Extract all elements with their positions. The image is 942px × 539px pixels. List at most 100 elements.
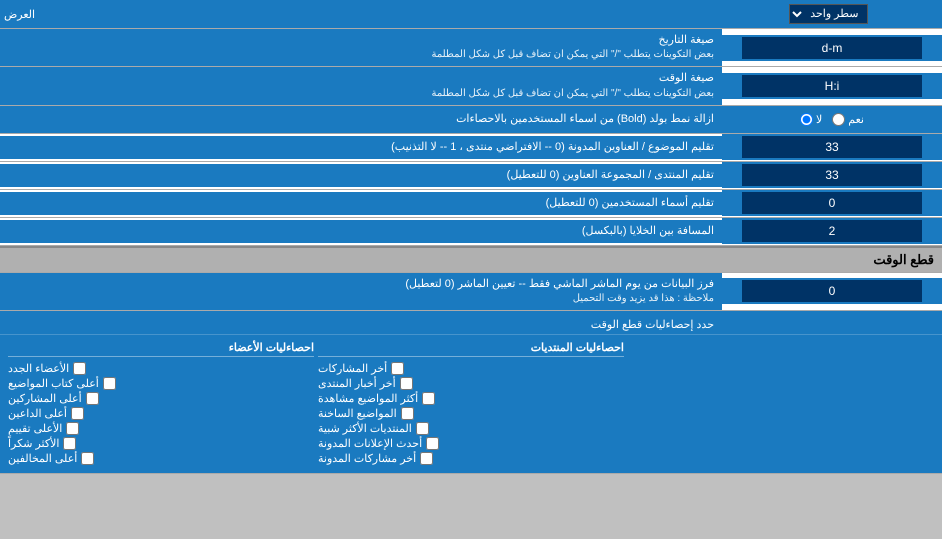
top-row: سطر واحد سطرين العرض [0,0,942,29]
stats-col2-header: احصاءليات المنتديات [318,339,624,357]
bold-no-radio[interactable] [800,113,813,126]
most-similar-checkbox[interactable] [416,422,429,435]
stat-top-rated[interactable]: الأعلى تقييم [8,422,314,435]
forum-news-label: أخر أخبار المنتدى [318,377,396,390]
top-writers-label: أعلى كتاب المواضيع [8,377,99,390]
time-format-input[interactable] [742,75,922,97]
time-data-input[interactable] [742,280,922,302]
stats-section: حدد إحصاءليات قطع الوقت احصاءليات الأعضا… [0,311,942,474]
time-format-label-line1: صيغة الوقت [8,71,714,86]
stat-top-violators[interactable]: أعلى المخالفين [8,452,314,465]
forum-group-input[interactable] [742,164,922,186]
cells-distance-label: المسافة بين الخلايا (بالبكسل) [0,220,722,243]
stat-new-members[interactable]: الأعضاء الجدد [8,362,314,375]
display-select[interactable]: سطر واحد سطرين [789,4,868,24]
top-rated-label: الأعلى تقييم [8,422,62,435]
time-data-row: فرز البيانات من يوم الماشر الماشي فقط --… [0,273,942,311]
forum-order-input-area [722,134,942,160]
bold-yes-label: نعم [848,113,864,126]
date-format-input-area [722,35,942,61]
top-inviters-checkbox[interactable] [71,407,84,420]
time-format-input-area [722,73,942,99]
stats-right-spacer [628,339,934,465]
users-names-input-area [722,190,942,216]
forum-news-checkbox[interactable] [400,377,413,390]
date-format-input[interactable] [742,37,922,59]
time-format-label-line2: بعض التكوينات يتطلب "/" التي يمكن ان تضا… [8,87,714,101]
users-names-row: تقليم أسماء المستخدمين (0 للتعطيل) [0,190,942,218]
top-rated-checkbox[interactable] [66,422,79,435]
stat-most-similar[interactable]: المنتديات الأكثر شبية [318,422,624,435]
display-select-area: سطر واحد سطرين [718,2,938,26]
time-section-header: قطع الوقت [0,246,942,273]
new-members-checkbox[interactable] [73,362,86,375]
stat-forum-news[interactable]: أخر أخبار المنتدى [318,377,624,390]
hot-topics-checkbox[interactable] [401,407,414,420]
bold-remove-row: نعم لا ازالة نمط بولد (Bold) من اسماء ال… [0,106,942,134]
forum-group-label: تقليم المنتدى / المجموعة العناوين (0 للت… [0,164,722,187]
time-data-label: فرز البيانات من يوم الماشر الماشي فقط --… [0,273,722,310]
stat-hot-topics[interactable]: المواضيع الساخنة [318,407,624,420]
stat-most-viewed[interactable]: أكثر المواضيع مشاهدة [318,392,624,405]
time-data-input-area [722,278,942,304]
forum-group-input-area [722,162,942,188]
stats-col-forums: احصاءليات المنتديات أخر المشاركات أخر أخ… [318,339,624,465]
date-format-label: صيغة التاريخ بعض التكوينات يتطلب "/" الت… [0,29,722,66]
top-participants-checkbox[interactable] [86,392,99,405]
cells-distance-input-area [722,218,942,244]
top-violators-checkbox[interactable] [81,452,94,465]
bold-yes-option[interactable]: نعم [832,113,864,126]
stats-col-members: احصاءليات الأعضاء الأعضاء الجدد أعلى كتا… [8,339,314,465]
latest-announcements-label: أحدث الإعلانات المدونة [318,437,422,450]
stat-last-posts[interactable]: أخر المشاركات [318,362,624,375]
new-members-label: الأعضاء الجدد [8,362,69,375]
most-thanks-checkbox[interactable] [63,437,76,450]
most-thanks-label: الأكثر شكراً [8,437,59,450]
bold-no-option[interactable]: لا [800,113,822,126]
top-writers-checkbox[interactable] [103,377,116,390]
stat-top-writers[interactable]: أعلى كتاب المواضيع [8,377,314,390]
most-viewed-checkbox[interactable] [422,392,435,405]
date-format-label-line2: بعض التكوينات يتطلب "/" التي يمكن ان تضا… [8,48,714,62]
stat-top-participants[interactable]: أعلى المشاركين [8,392,314,405]
forum-group-order-row: تقليم المنتدى / المجموعة العناوين (0 للت… [0,162,942,190]
bold-no-label: لا [816,113,822,126]
time-section-title: قطع الوقت [873,252,934,267]
main-container: سطر واحد سطرين العرض صيغة التاريخ بعض ال… [0,0,942,474]
time-format-row: صيغة الوقت بعض التكوينات يتطلب "/" التي … [0,67,942,105]
stats-header: حدد إحصاءليات قطع الوقت [0,315,942,335]
stat-most-thanks[interactable]: الأكثر شكراً [8,437,314,450]
top-participants-label: أعلى المشاركين [8,392,82,405]
time-format-label: صيغة الوقت بعض التكوينات يتطلب "/" التي … [0,67,722,104]
forum-order-input[interactable] [742,136,922,158]
hot-topics-label: المواضيع الساخنة [318,407,397,420]
stat-blog-posts[interactable]: أخر مشاركات المدونة [318,452,624,465]
latest-announcements-checkbox[interactable] [426,437,439,450]
forum-order-label: تقليم الموضوع / العناوين المدونة (0 -- ا… [0,136,722,159]
bold-radio-area: نعم لا [722,111,942,128]
stats-grid: احصاءليات الأعضاء الأعضاء الجدد أعلى كتا… [0,335,942,469]
stats-col1-header: احصاءليات الأعضاء [8,339,314,357]
last-posts-checkbox[interactable] [391,362,404,375]
last-posts-label: أخر المشاركات [318,362,387,375]
date-format-row: صيغة التاريخ بعض التكوينات يتطلب "/" الت… [0,29,942,67]
users-names-input[interactable] [742,192,922,214]
cells-distance-row: المسافة بين الخلايا (بالبكسل) [0,218,942,246]
time-data-label-line1: فرز البيانات من يوم الماشر الماشي فقط --… [8,277,714,292]
forum-order-row: تقليم الموضوع / العناوين المدونة (0 -- ا… [0,134,942,162]
users-names-label: تقليم أسماء المستخدمين (0 للتعطيل) [0,192,722,215]
most-viewed-label: أكثر المواضيع مشاهدة [318,392,418,405]
date-format-label-line1: صيغة التاريخ [8,33,714,48]
time-data-label-line2: ملاحظة : هذا قد يزيد وقت التحميل [8,292,714,306]
stats-header-label: حدد إحصاءليات قطع الوقت [8,318,714,331]
top-inviters-label: أعلى الداعين [8,407,67,420]
cells-distance-input[interactable] [742,220,922,242]
blog-posts-label: أخر مشاركات المدونة [318,452,416,465]
stat-latest-announcements[interactable]: أحدث الإعلانات المدونة [318,437,624,450]
bold-yes-radio[interactable] [832,113,845,126]
top-violators-label: أعلى المخالفين [8,452,77,465]
most-similar-label: المنتديات الأكثر شبية [318,422,412,435]
blog-posts-checkbox[interactable] [420,452,433,465]
stat-top-inviters[interactable]: أعلى الداعين [8,407,314,420]
bold-remove-label: ازالة نمط بولد (Bold) من اسماء المستخدمي… [0,108,722,131]
